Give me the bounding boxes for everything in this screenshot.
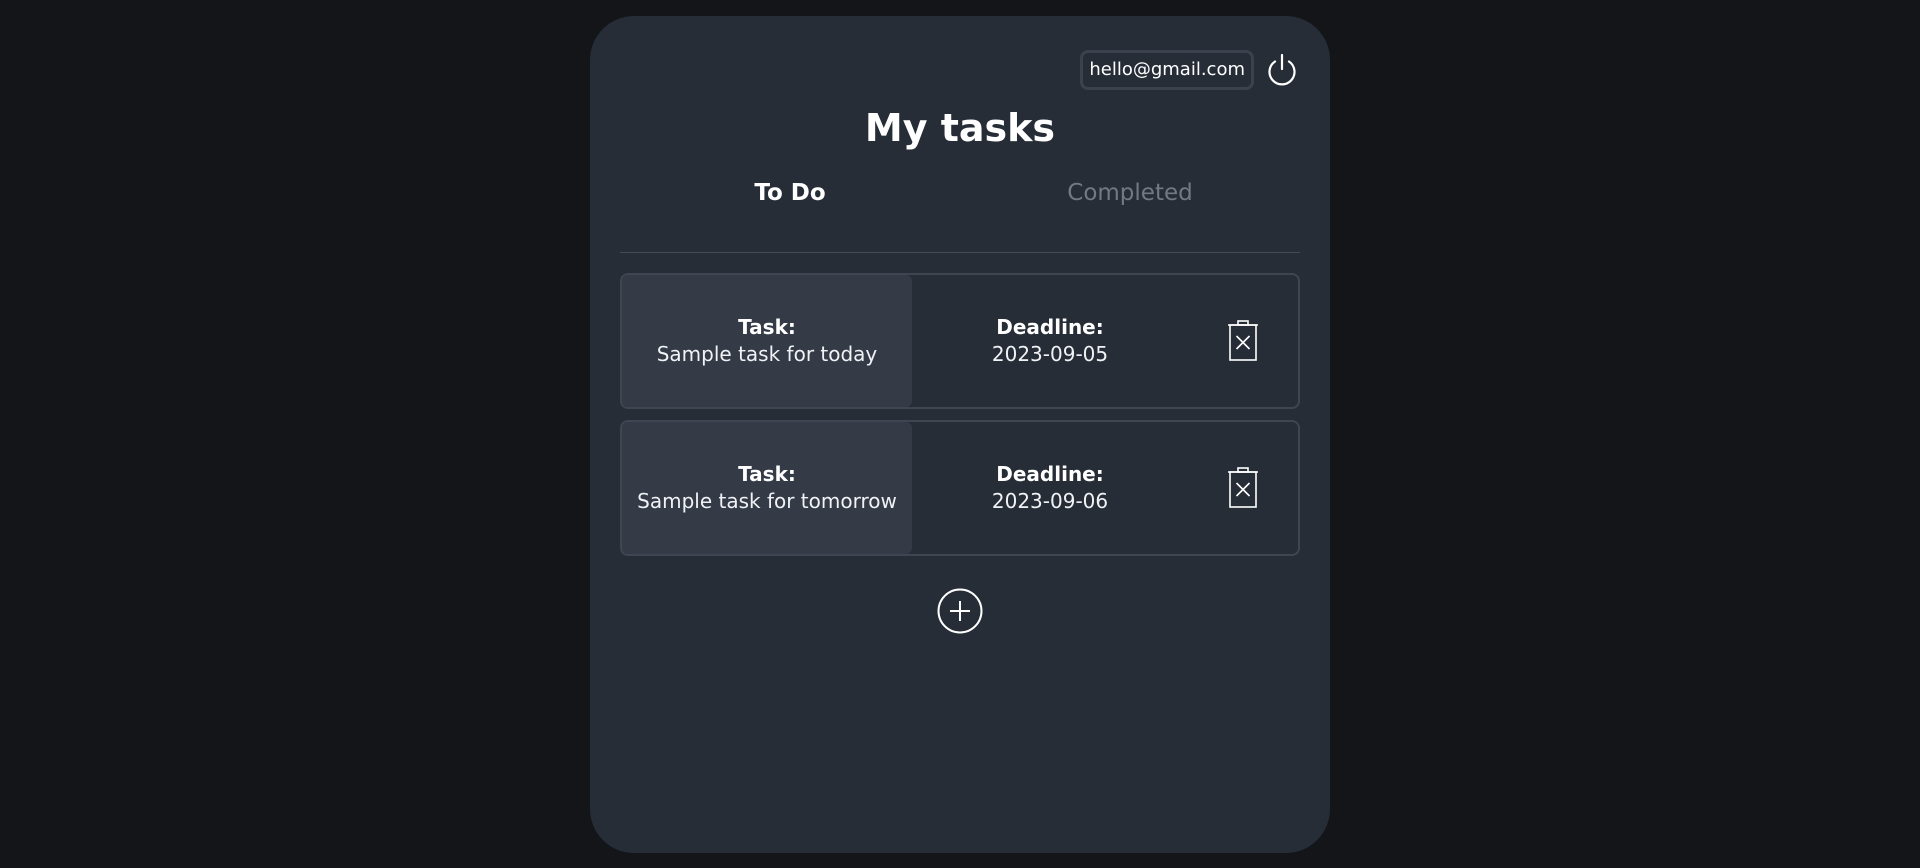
deadline-value: 2023-09-05 bbox=[991, 342, 1109, 366]
deadline-label: Deadline: bbox=[996, 462, 1104, 486]
tab-bar: To Do Completed bbox=[620, 178, 1300, 253]
trash-icon[interactable] bbox=[1227, 467, 1259, 509]
tab-completed[interactable]: Completed bbox=[960, 178, 1300, 252]
task-label: Task: bbox=[738, 462, 796, 486]
header-bar: hello@gmail.com bbox=[1080, 50, 1300, 90]
page-title: My tasks bbox=[864, 106, 1056, 150]
task-list: Task: Sample task for today Deadline: 20… bbox=[620, 273, 1300, 567]
deadline-cell: Deadline: 2023-09-06 bbox=[912, 422, 1188, 554]
deadline-label: Deadline: bbox=[996, 315, 1104, 339]
plus-circle-icon[interactable] bbox=[937, 588, 983, 634]
task-label: Task: bbox=[738, 315, 796, 339]
deadline-cell: Deadline: 2023-09-05 bbox=[912, 275, 1188, 407]
delete-task-button[interactable] bbox=[1188, 275, 1298, 407]
task-card: Task: Sample task for today Deadline: 20… bbox=[620, 273, 1300, 409]
delete-task-button[interactable] bbox=[1188, 422, 1298, 554]
task-card: Task: Sample task for tomorrow Deadline:… bbox=[620, 420, 1300, 556]
task-name-cell: Task: Sample task for tomorrow bbox=[622, 422, 912, 554]
tab-todo[interactable]: To Do bbox=[620, 178, 960, 252]
trash-icon[interactable] bbox=[1227, 320, 1259, 362]
task-name: Sample task for tomorrow bbox=[637, 489, 897, 513]
task-name-cell: Task: Sample task for today bbox=[622, 275, 912, 407]
task-name: Sample task for today bbox=[656, 342, 878, 366]
tasks-panel: hello@gmail.com My tasks To Do Completed… bbox=[590, 16, 1330, 853]
power-icon[interactable] bbox=[1264, 52, 1300, 88]
deadline-value: 2023-09-06 bbox=[991, 489, 1109, 513]
user-email-badge[interactable]: hello@gmail.com bbox=[1080, 50, 1254, 90]
